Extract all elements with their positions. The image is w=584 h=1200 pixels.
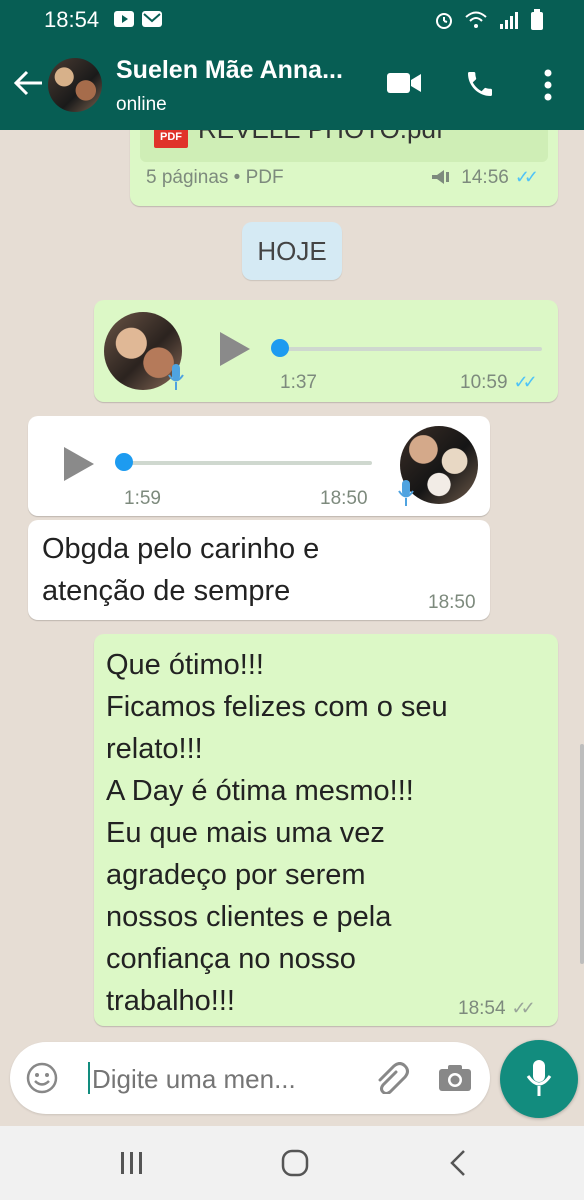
message-text-line: relato!!! — [106, 733, 203, 765]
message-text-line: nossos clientes e pela — [106, 901, 392, 933]
contact-status: online — [116, 94, 167, 115]
status-bar: 18:54 — [0, 0, 584, 40]
input-bar — [0, 1040, 584, 1126]
message-text-line: agradeço por serem — [106, 859, 366, 891]
message-meta: 18:54 ✓✓ — [458, 998, 536, 1020]
pdf-icon: PDF — [154, 130, 188, 148]
message-time: 18:50 — [428, 592, 476, 613]
voice-progress-track[interactable] — [124, 461, 372, 465]
message-meta: 14:56 ✓✓ — [430, 167, 539, 189]
mic-icon — [526, 1060, 552, 1096]
back-arrow-icon[interactable] — [12, 66, 46, 100]
mail-notification-icon — [142, 11, 162, 27]
message-text-line: atenção de sempre — [42, 575, 291, 607]
read-ticks-icon: ✓✓ — [514, 167, 539, 187]
voice-record-button[interactable] — [500, 1040, 578, 1118]
message-voice-incoming[interactable]: 1:59 18:50 — [28, 416, 490, 516]
message-text-line: Ficamos felizes com o seu — [106, 691, 448, 723]
battery-icon — [531, 9, 543, 30]
scrollbar[interactable] — [580, 744, 584, 964]
message-text-incoming[interactable]: Obgda pelo carinho e atenção de sempre 1… — [28, 520, 490, 620]
speaker-icon — [432, 170, 449, 184]
home-icon[interactable] — [280, 1148, 310, 1178]
more-options-icon[interactable] — [540, 68, 556, 102]
date-divider: HOJE — [242, 222, 342, 280]
play-icon[interactable] — [64, 447, 94, 481]
system-nav-bar — [0, 1126, 584, 1200]
youtube-notification-icon — [114, 11, 134, 27]
read-ticks-icon: ✓✓ — [513, 372, 538, 392]
video-call-icon[interactable] — [386, 70, 422, 96]
message-input-container[interactable] — [10, 1042, 490, 1114]
message-time: 14:56 — [461, 167, 509, 188]
contact-avatar[interactable] — [48, 58, 102, 112]
pdf-details: 5 páginas • PDF — [146, 167, 284, 188]
mic-icon — [168, 364, 184, 390]
message-text-line: confiança no nosso — [106, 943, 356, 975]
chat-header: Suelen Mãe Anna... online — [0, 40, 584, 130]
recent-apps-icon[interactable] — [118, 1150, 146, 1176]
message-text-line: A Day é ótima mesmo!!! — [106, 775, 414, 807]
camera-icon[interactable] — [438, 1064, 472, 1092]
nav-back-icon[interactable] — [448, 1148, 468, 1178]
message-time: 18:50 — [320, 488, 368, 509]
message-time: 18:54 — [458, 998, 506, 1019]
message-pdf-bubble[interactable]: PDF REVELE PHOTO.pdf 5 páginas • PDF 14:… — [130, 130, 558, 206]
phone-icon[interactable] — [464, 68, 496, 100]
pdf-file-row[interactable]: PDF REVELE PHOTO.pdf — [140, 130, 548, 162]
voice-progress-track[interactable] — [280, 347, 542, 351]
message-text-line: Eu que mais uma vez — [106, 817, 385, 849]
contact-name[interactable]: Suelen Mãe Anna... — [116, 56, 343, 85]
voice-duration: 1:37 — [280, 372, 317, 393]
play-icon[interactable] — [220, 332, 250, 366]
message-text-outgoing[interactable]: Que ótimo!!! Ficamos felizes com o seu r… — [94, 634, 558, 1026]
alarm-icon — [436, 13, 452, 29]
emoji-icon[interactable] — [26, 1062, 58, 1094]
message-time: 10:59 — [460, 372, 508, 393]
message-text-line: trabalho!!! — [106, 985, 235, 1017]
wifi-icon — [465, 11, 487, 28]
signal-icon — [500, 12, 518, 29]
status-time: 18:54 — [44, 7, 100, 32]
pdf-filename: REVELE PHOTO.pdf — [198, 130, 443, 145]
message-input[interactable] — [90, 1058, 364, 1100]
attach-icon[interactable] — [374, 1062, 410, 1094]
voice-progress-handle[interactable] — [115, 453, 133, 471]
voice-duration: 1:59 — [124, 488, 161, 509]
chat-area[interactable]: PDF REVELE PHOTO.pdf 5 páginas • PDF 14:… — [0, 130, 584, 1040]
message-meta: 10:59 ✓✓ — [460, 372, 538, 394]
delivered-ticks-icon: ✓✓ — [511, 998, 536, 1018]
mic-icon — [398, 480, 414, 506]
message-text-line: Que ótimo!!! — [106, 649, 264, 681]
message-voice-outgoing[interactable]: 1:37 10:59 ✓✓ — [94, 300, 558, 402]
message-text-line: Obgda pelo carinho e — [42, 533, 320, 565]
voice-progress-handle[interactable] — [271, 339, 289, 357]
